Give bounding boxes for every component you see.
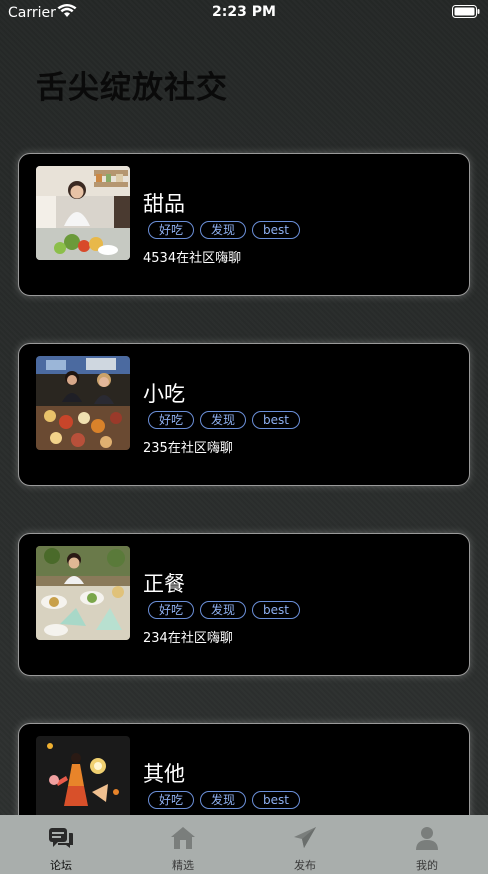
home-icon bbox=[171, 827, 195, 849]
tab-label: 发布 bbox=[294, 859, 316, 872]
status-time: 2:23 PM bbox=[212, 4, 276, 20]
tag-chip[interactable]: 发现 bbox=[200, 791, 247, 809]
card-member-count: 234在社区嗨聊 bbox=[143, 631, 233, 646]
tag-chip[interactable]: best bbox=[252, 601, 300, 619]
tag-list: 好吃 发现 best bbox=[148, 411, 300, 429]
tab-label: 我的 bbox=[416, 859, 438, 872]
tag-chip[interactable]: 好吃 bbox=[148, 791, 195, 809]
tag-list: 好吃 发现 best bbox=[148, 601, 300, 619]
tag-chip[interactable]: best bbox=[252, 411, 300, 429]
card-thumbnail bbox=[36, 166, 130, 260]
card-title: 甜品 bbox=[143, 192, 185, 216]
tag-chip[interactable]: best bbox=[252, 221, 300, 239]
tag-chip[interactable]: best bbox=[252, 791, 300, 809]
tab-forum[interactable]: 论坛 bbox=[0, 815, 122, 874]
card-thumbnail bbox=[36, 546, 130, 640]
status-bar: Carrier 2:23 PM bbox=[0, 0, 488, 26]
person-icon bbox=[416, 827, 438, 850]
card-title: 小吃 bbox=[143, 382, 185, 406]
card-member-count: 235在社区嗨聊 bbox=[143, 441, 233, 456]
tab-featured[interactable]: 精选 bbox=[122, 815, 244, 874]
chat-icon bbox=[49, 828, 73, 848]
card-title: 正餐 bbox=[143, 572, 185, 596]
category-card-snack[interactable]: 小吃 好吃 发现 best 235在社区嗨聊 bbox=[18, 343, 470, 486]
tab-profile[interactable]: 我的 bbox=[366, 815, 488, 874]
tab-publish[interactable]: 发布 bbox=[244, 815, 366, 874]
tag-list: 好吃 发现 best bbox=[148, 791, 300, 809]
tag-list: 好吃 发现 best bbox=[148, 221, 300, 239]
page-title: 舌尖绽放社交 bbox=[36, 70, 228, 106]
tag-chip[interactable]: 发现 bbox=[200, 601, 247, 619]
category-card-dessert[interactable]: 甜品 好吃 发现 best 4534在社区嗨聊 bbox=[18, 153, 470, 296]
tab-label: 论坛 bbox=[50, 859, 72, 872]
tab-label: 精选 bbox=[172, 859, 194, 872]
card-thumbnail bbox=[36, 356, 130, 450]
tab-bar: 论坛 精选 发布 我的 bbox=[0, 815, 488, 874]
tag-chip[interactable]: 好吃 bbox=[148, 411, 195, 429]
category-card-meal[interactable]: 正餐 好吃 发现 best 234在社区嗨聊 bbox=[18, 533, 470, 676]
tag-chip[interactable]: 发现 bbox=[200, 411, 247, 429]
card-title: 其他 bbox=[143, 762, 185, 786]
send-icon bbox=[294, 827, 316, 848]
battery-icon bbox=[452, 5, 480, 18]
tag-chip[interactable]: 发现 bbox=[200, 221, 247, 239]
card-member-count: 4534在社区嗨聊 bbox=[143, 251, 242, 266]
tag-chip[interactable]: 好吃 bbox=[148, 601, 195, 619]
tag-chip[interactable]: 好吃 bbox=[148, 221, 195, 239]
